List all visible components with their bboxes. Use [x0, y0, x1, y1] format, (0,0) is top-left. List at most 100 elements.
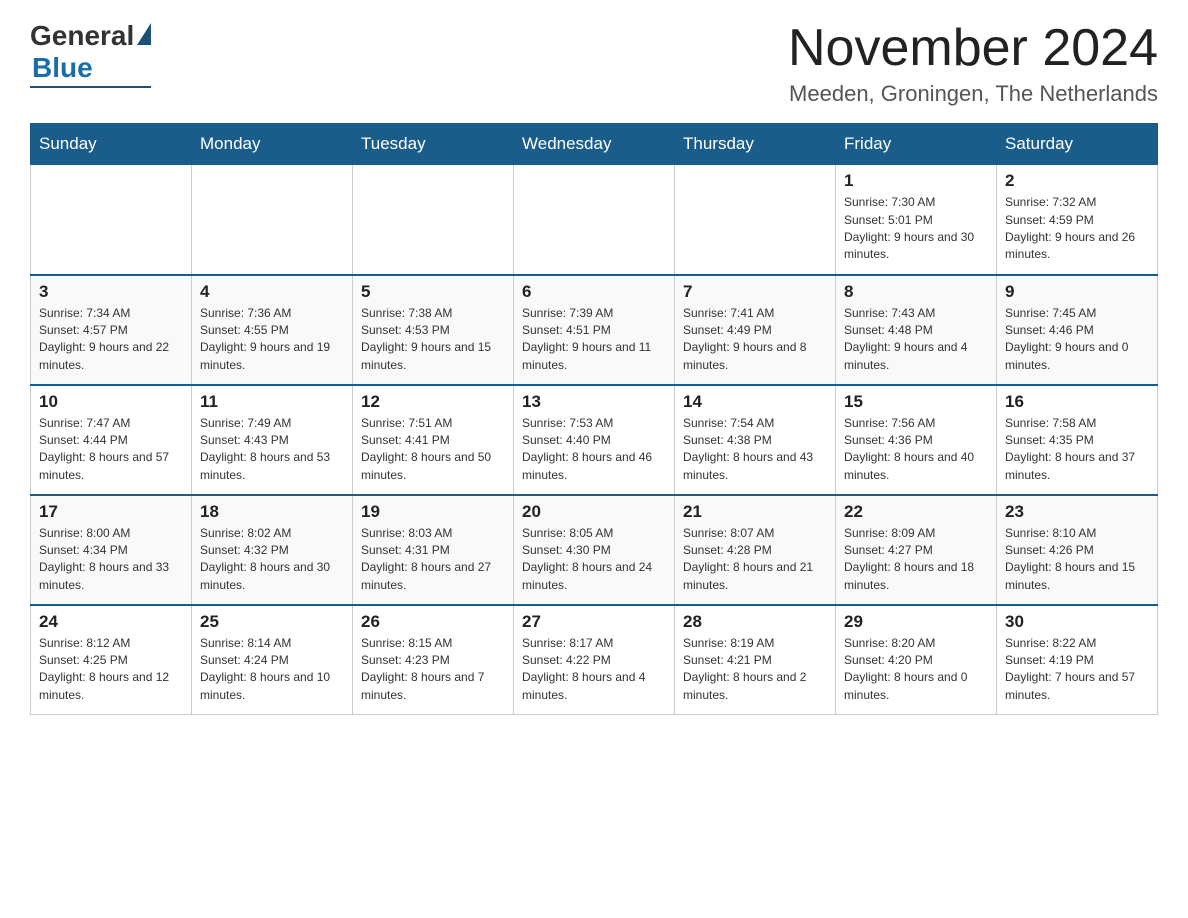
day-number: 9	[1005, 282, 1149, 302]
day-number: 3	[39, 282, 183, 302]
calendar-week-row: 3 Sunrise: 7:34 AMSunset: 4:57 PMDaylight…	[31, 275, 1158, 385]
table-row: 6Sunrise: 7:39 AMSunset: 4:51 PMDaylight…	[514, 275, 675, 385]
title-area: November 2024 Meeden, Groningen, The Net…	[788, 20, 1158, 107]
day-info: Sunrise: 8:00 AMSunset: 4:34 PMDaylight:…	[39, 525, 183, 595]
day-number: 24	[39, 612, 183, 632]
day-number: 23	[1005, 502, 1149, 522]
day-number: 16	[1005, 392, 1149, 412]
day-number: 7	[683, 282, 827, 302]
day-info: Sunrise: 8:07 AMSunset: 4:28 PMDaylight:…	[683, 525, 827, 595]
day-number: 15	[844, 392, 988, 412]
table-row: 7Sunrise: 7:41 AMSunset: 4:49 PMDaylight…	[675, 275, 836, 385]
day-number: 12	[361, 392, 505, 412]
table-row	[353, 165, 514, 275]
calendar-table: Sunday Monday Tuesday Wednesday Thursday…	[30, 123, 1158, 715]
table-row: 5Sunrise: 7:38 AMSunset: 4:53 PMDaylight…	[353, 275, 514, 385]
table-row: 12 Sunrise: 7:51 AMSunset: 4:41 PMDayligh…	[353, 385, 514, 495]
page-header: General Blue November 2024 Meeden, Groni…	[30, 20, 1158, 107]
day-info: Sunrise: 7:32 AMSunset: 4:59 PMDaylight:…	[1005, 194, 1149, 264]
location-title: Meeden, Groningen, The Netherlands	[788, 81, 1158, 107]
day-info: Sunrise: 8:14 AMSunset: 4:24 PMDaylight:…	[200, 635, 344, 705]
day-number: 11	[200, 392, 344, 412]
day-info: Sunrise: 8:03 AMSunset: 4:31 PMDaylight:…	[361, 525, 505, 595]
table-row: 18 Sunrise: 8:02 AMSunset: 4:32 PMDayligh…	[192, 495, 353, 605]
header-sunday: Sunday	[31, 124, 192, 165]
logo-underline	[30, 86, 151, 88]
day-info: Sunrise: 7:34 AMSunset: 4:57 PMDaylight:…	[39, 305, 183, 375]
header-friday: Friday	[836, 124, 997, 165]
table-row: 14 Sunrise: 7:54 AMSunset: 4:38 PMDayligh…	[675, 385, 836, 495]
table-row: 1 Sunrise: 7:30 AMSunset: 5:01 PMDaylight…	[836, 165, 997, 275]
day-info: Sunrise: 7:49 AMSunset: 4:43 PMDaylight:…	[200, 415, 344, 485]
day-info: Sunrise: 8:05 AMSunset: 4:30 PMDaylight:…	[522, 525, 666, 595]
day-info: Sunrise: 7:43 AMSunset: 4:48 PMDaylight:…	[844, 305, 988, 375]
day-info: Sunrise: 8:02 AMSunset: 4:32 PMDaylight:…	[200, 525, 344, 595]
day-number: 4	[200, 282, 344, 302]
day-number: 22	[844, 502, 988, 522]
table-row	[675, 165, 836, 275]
table-row: 24 Sunrise: 8:12 AMSunset: 4:25 PMDayligh…	[31, 605, 192, 715]
day-info: Sunrise: 8:09 AMSunset: 4:27 PMDaylight:…	[844, 525, 988, 595]
day-info: Sunrise: 7:45 AMSunset: 4:46 PMDaylight:…	[1005, 305, 1149, 375]
table-row: 13 Sunrise: 7:53 AMSunset: 4:40 PMDayligh…	[514, 385, 675, 495]
month-title: November 2024	[788, 20, 1158, 77]
day-number: 1	[844, 171, 988, 191]
day-number: 25	[200, 612, 344, 632]
logo-blue-text: Blue	[32, 52, 93, 84]
table-row: 21 Sunrise: 8:07 AMSunset: 4:28 PMDayligh…	[675, 495, 836, 605]
day-info: Sunrise: 8:20 AMSunset: 4:20 PMDaylight:…	[844, 635, 988, 705]
day-number: 30	[1005, 612, 1149, 632]
table-row: 27Sunrise: 8:17 AMSunset: 4:22 PMDayligh…	[514, 605, 675, 715]
day-number: 20	[522, 502, 666, 522]
day-number: 21	[683, 502, 827, 522]
table-row: 11 Sunrise: 7:49 AMSunset: 4:43 PMDayligh…	[192, 385, 353, 495]
day-info: Sunrise: 8:22 AMSunset: 4:19 PMDaylight:…	[1005, 635, 1149, 705]
day-info: Sunrise: 7:39 AMSunset: 4:51 PMDaylight:…	[522, 305, 666, 375]
calendar-week-row: 24 Sunrise: 8:12 AMSunset: 4:25 PMDayligh…	[31, 605, 1158, 715]
logo: General Blue	[30, 20, 151, 88]
day-number: 17	[39, 502, 183, 522]
day-number: 18	[200, 502, 344, 522]
day-number: 28	[683, 612, 827, 632]
day-number: 19	[361, 502, 505, 522]
table-row: 23 Sunrise: 8:10 AMSunset: 4:26 PMDayligh…	[997, 495, 1158, 605]
day-number: 26	[361, 612, 505, 632]
day-info: Sunrise: 8:17 AMSunset: 4:22 PMDaylight:…	[522, 635, 666, 705]
calendar-week-row: 1 Sunrise: 7:30 AMSunset: 5:01 PMDaylight…	[31, 165, 1158, 275]
calendar-week-row: 10 Sunrise: 7:47 AMSunset: 4:44 PMDayligh…	[31, 385, 1158, 495]
day-number: 2	[1005, 171, 1149, 191]
table-row: 22 Sunrise: 8:09 AMSunset: 4:27 PMDayligh…	[836, 495, 997, 605]
day-info: Sunrise: 7:36 AMSunset: 4:55 PMDaylight:…	[200, 305, 344, 375]
day-number: 10	[39, 392, 183, 412]
table-row: 4 Sunrise: 7:36 AMSunset: 4:55 PMDaylight…	[192, 275, 353, 385]
day-info: Sunrise: 7:47 AMSunset: 4:44 PMDaylight:…	[39, 415, 183, 485]
table-row: 28 Sunrise: 8:19 AMSunset: 4:21 PMDayligh…	[675, 605, 836, 715]
table-row: 8 Sunrise: 7:43 AMSunset: 4:48 PMDaylight…	[836, 275, 997, 385]
header-monday: Monday	[192, 124, 353, 165]
table-row: 17 Sunrise: 8:00 AMSunset: 4:34 PMDayligh…	[31, 495, 192, 605]
day-number: 14	[683, 392, 827, 412]
day-info: Sunrise: 7:38 AMSunset: 4:53 PMDaylight:…	[361, 305, 505, 375]
day-info: Sunrise: 8:12 AMSunset: 4:25 PMDaylight:…	[39, 635, 183, 705]
day-number: 13	[522, 392, 666, 412]
calendar-header-row: Sunday Monday Tuesday Wednesday Thursday…	[31, 124, 1158, 165]
day-info: Sunrise: 8:10 AMSunset: 4:26 PMDaylight:…	[1005, 525, 1149, 595]
day-info: Sunrise: 7:53 AMSunset: 4:40 PMDaylight:…	[522, 415, 666, 485]
day-info: Sunrise: 7:51 AMSunset: 4:41 PMDaylight:…	[361, 415, 505, 485]
day-info: Sunrise: 8:15 AMSunset: 4:23 PMDaylight:…	[361, 635, 505, 705]
table-row: 20 Sunrise: 8:05 AMSunset: 4:30 PMDayligh…	[514, 495, 675, 605]
table-row: 10 Sunrise: 7:47 AMSunset: 4:44 PMDayligh…	[31, 385, 192, 495]
table-row: 19 Sunrise: 8:03 AMSunset: 4:31 PMDayligh…	[353, 495, 514, 605]
day-number: 8	[844, 282, 988, 302]
table-row: 29Sunrise: 8:20 AMSunset: 4:20 PMDayligh…	[836, 605, 997, 715]
header-thursday: Thursday	[675, 124, 836, 165]
table-row	[192, 165, 353, 275]
day-info: Sunrise: 7:30 AMSunset: 5:01 PMDaylight:…	[844, 194, 988, 264]
day-info: Sunrise: 7:56 AMSunset: 4:36 PMDaylight:…	[844, 415, 988, 485]
table-row: 9 Sunrise: 7:45 AMSunset: 4:46 PMDaylight…	[997, 275, 1158, 385]
table-row: 3 Sunrise: 7:34 AMSunset: 4:57 PMDaylight…	[31, 275, 192, 385]
day-info: Sunrise: 7:54 AMSunset: 4:38 PMDaylight:…	[683, 415, 827, 485]
day-info: Sunrise: 8:19 AMSunset: 4:21 PMDaylight:…	[683, 635, 827, 705]
day-info: Sunrise: 7:58 AMSunset: 4:35 PMDaylight:…	[1005, 415, 1149, 485]
table-row: 16 Sunrise: 7:58 AMSunset: 4:35 PMDayligh…	[997, 385, 1158, 495]
